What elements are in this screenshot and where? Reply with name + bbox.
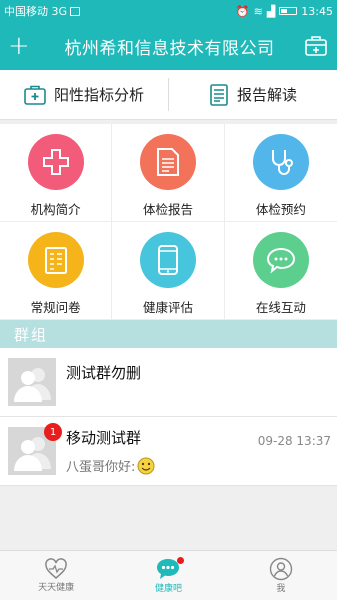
report-interpretation-button[interactable]: 报告解读 — [169, 70, 337, 119]
smiley-emoji-icon — [137, 457, 155, 474]
page-title: 杭州希和信息技术有限公司 — [64, 38, 275, 59]
phone-icon — [139, 232, 196, 288]
tab-label: 天天健康 — [38, 583, 75, 593]
feature-questionnaire[interactable]: 常规问卷 — [0, 222, 113, 320]
tab-label: 我 — [276, 584, 286, 594]
signal-icon: ▟ — [266, 4, 276, 18]
bottom-tab-bar: 天天健康 健康吧 我 — [0, 550, 337, 600]
last-message: 八蛋哥你好: — [66, 460, 136, 475]
chat-bubble-icon — [252, 232, 309, 288]
clock-text: 13:45 — [301, 4, 333, 18]
plus-icon[interactable]: + — [8, 33, 36, 59]
feature-health-assessment[interactable]: 健康评估 — [112, 222, 225, 320]
questionnaire-icon — [27, 232, 84, 288]
feature-label: 在线互动 — [255, 300, 306, 315]
feature-online-interaction[interactable]: 在线互动 — [224, 222, 337, 320]
tab-label: 健康吧 — [154, 584, 182, 594]
tab-health-bar[interactable]: 健康吧 — [112, 551, 224, 600]
feature-checkup-appointment[interactable]: 体检预约 — [224, 124, 337, 222]
unread-badge: 1 — [44, 423, 62, 441]
feature-label: 体检报告 — [142, 202, 193, 217]
groups-section-header: 群组 — [0, 320, 337, 348]
tab-daily-health[interactable]: 天天健康 — [0, 551, 112, 600]
cross-icon — [27, 134, 84, 190]
document-icon — [139, 134, 196, 190]
tab-me[interactable]: 我 — [225, 551, 337, 600]
top-nav-label: 阳性指标分析 — [53, 86, 144, 104]
stethoscope-icon — [252, 134, 309, 190]
notification-dot — [177, 557, 185, 564]
message-time: 09-28 13:37 — [257, 434, 331, 448]
user-icon — [269, 557, 293, 581]
wifi-icon: ≋ — [253, 4, 263, 18]
carrier-text: 中国移动 3G — [4, 5, 68, 18]
feature-grid: 机构简介 体检报告 体检预约 常规问卷 健康评估 在线互动 — [0, 124, 337, 320]
report-document-icon — [210, 83, 228, 106]
feature-checkup-report[interactable]: 体检报告 — [112, 124, 225, 222]
positive-indicator-analysis-button[interactable]: 阳性指标分析 — [0, 70, 168, 119]
feature-label: 常规问卷 — [30, 300, 81, 315]
feature-label: 健康评估 — [142, 300, 193, 315]
group-list-item[interactable]: 1 移动测试群 八蛋哥你好: 09-28 13:37 — [0, 417, 337, 486]
heart-pulse-icon — [45, 558, 67, 579]
medical-case-icon — [24, 85, 46, 105]
avatar — [8, 358, 56, 406]
app-bar: + 杭州希和信息技术有限公司 — [0, 22, 337, 70]
feature-label: 体检预约 — [255, 202, 306, 217]
group-name: 测试群勿删 — [66, 364, 142, 382]
image-icon — [70, 6, 81, 16]
top-nav: 阳性指标分析 报告解读 — [0, 70, 337, 120]
feature-institution-intro[interactable]: 机构简介 — [0, 124, 113, 222]
feature-label: 机构简介 — [30, 202, 81, 217]
group-avatar-icon — [14, 368, 51, 402]
status-bar: 中国移动 3G ⏰ ≋ ▟ 13:45 — [0, 0, 337, 22]
medical-kit-icon[interactable] — [303, 35, 329, 57]
alarm-icon: ⏰ — [235, 4, 250, 18]
avatar: 1 — [8, 423, 62, 475]
group-list-item[interactable]: 测试群勿删 — [0, 348, 337, 417]
top-nav-label: 报告解读 — [236, 86, 297, 104]
battery-icon — [279, 7, 298, 15]
